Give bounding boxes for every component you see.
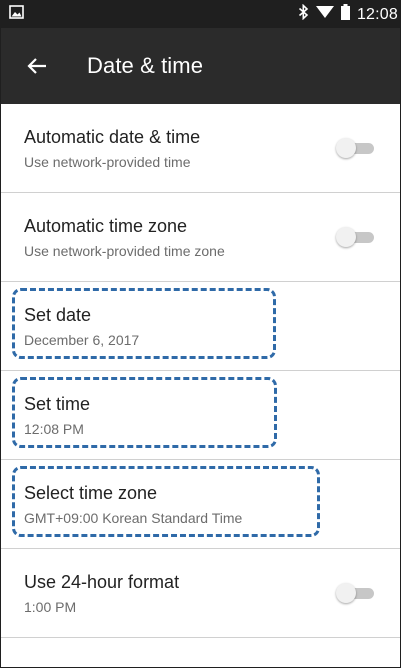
setting-automatic-time-zone[interactable]: Automatic time zone Use network-provided… [1,193,400,282]
bluetooth-icon [298,3,309,25]
setting-title: Set date [24,305,92,325]
wifi-icon [315,5,334,24]
setting-automatic-date-time[interactable]: Automatic date & time Use network-provid… [1,104,400,193]
status-time: 12:08 [356,5,398,23]
setting-summary: December 6, 2017 [24,332,140,348]
setting-title: Select time zone [24,483,158,503]
setting-use-24-hour-format[interactable]: Use 24-hour format 1:00 PM [1,549,400,638]
arrow-back-icon[interactable] [23,52,51,80]
device-screen: 12:08 Date & time Automatic date & time … [0,0,401,668]
setting-title: Set time [24,394,91,414]
setting-select-time-zone[interactable]: Select time zone GMT+09:00 Korean Standa… [1,460,400,549]
status-bar: 12:08 [1,1,400,28]
switch-thumb [336,138,356,158]
setting-set-date[interactable]: Set date December 6, 2017 [1,282,400,371]
automatic-time-zone-switch[interactable] [336,227,376,247]
switch-thumb [336,227,356,247]
setting-set-time[interactable]: Set time 12:08 PM [1,371,400,460]
settings-list: Automatic date & time Use network-provid… [1,104,400,638]
setting-summary: GMT+09:00 Korean Standard Time [24,510,243,526]
page-title: Date & time [87,53,204,78]
use-24-hour-format-switch[interactable] [336,583,376,603]
setting-summary: 12:08 PM [24,421,84,437]
automatic-date-time-switch[interactable] [336,138,376,158]
switch-thumb [336,583,356,603]
app-bar: Date & time [1,28,400,104]
image-notification-icon [9,5,24,24]
battery-icon [340,4,350,25]
